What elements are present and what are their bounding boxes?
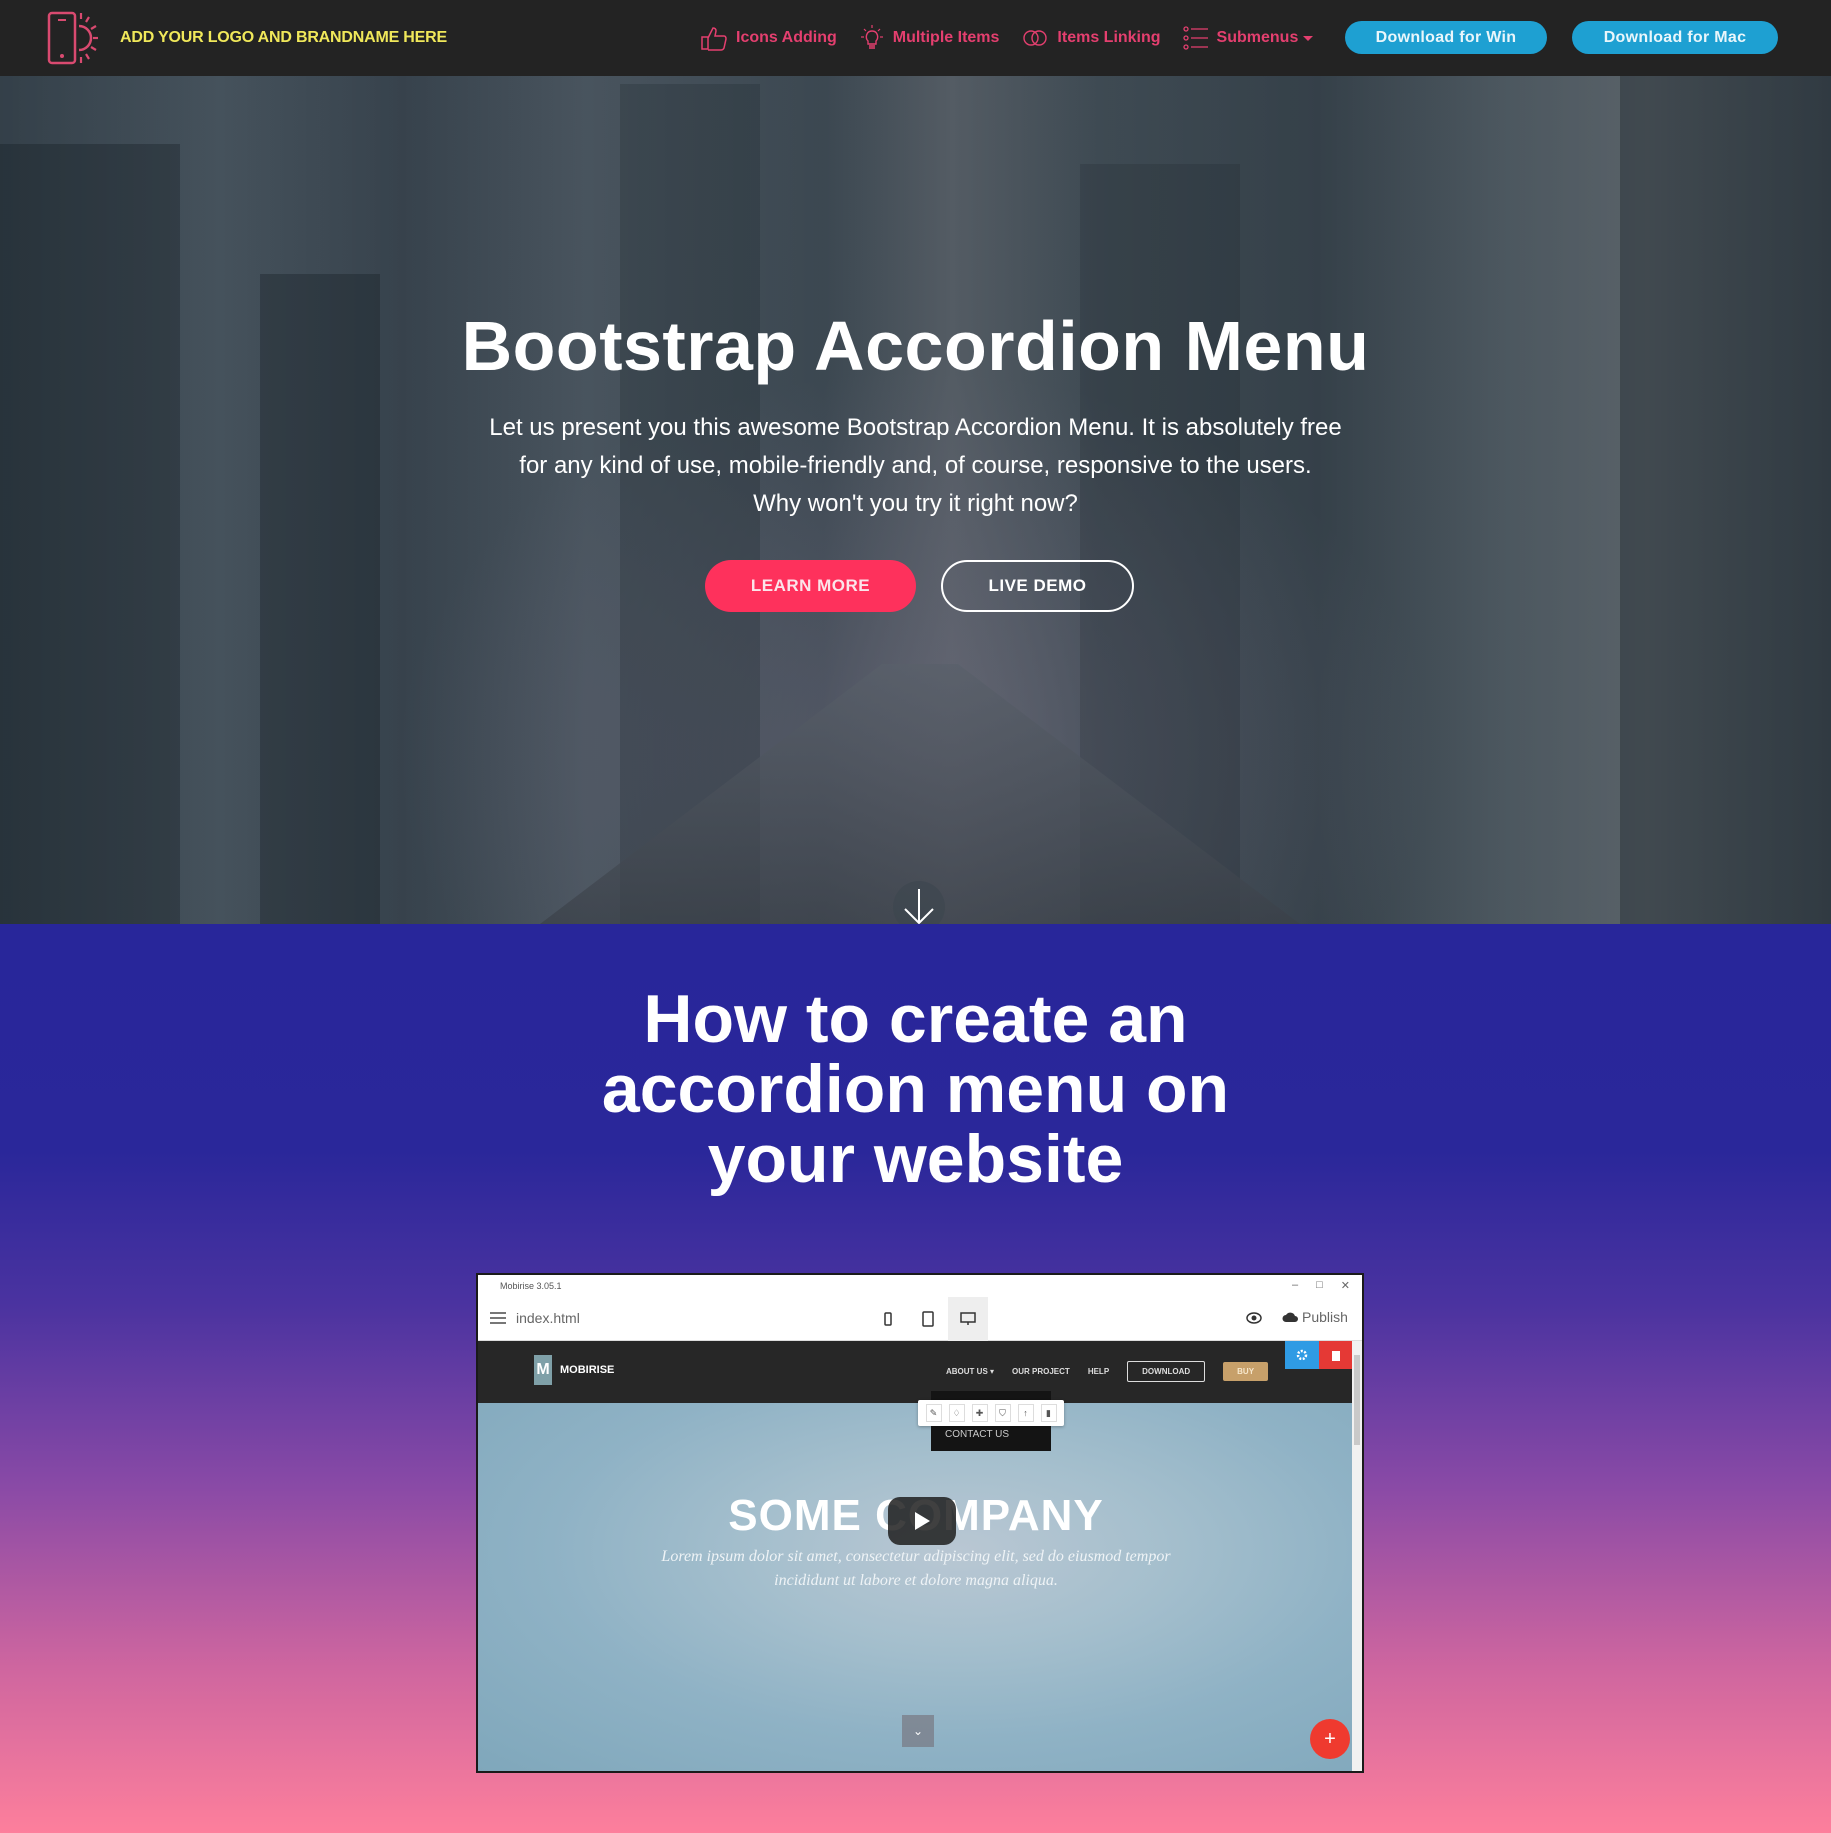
preview-lorem-line: incididunt ut labore et dolore magna ali… xyxy=(774,1572,1058,1589)
brand-name: ADD YOUR LOGO AND BRANDNAME HERE xyxy=(120,29,447,46)
app-title-bar: Mobirise 3.05.1 – □ ✕ xyxy=(478,1275,1362,1297)
nav-item-label: Icons Adding xyxy=(736,29,837,46)
add-block-icon: + xyxy=(1310,1719,1350,1759)
preview-link: ABOUT US ▾ xyxy=(946,1367,995,1376)
app-title: Mobirise 3.05.1 xyxy=(500,1281,562,1291)
preview-link: HELP xyxy=(1087,1367,1110,1376)
preview-brand-name: MOBIRISE xyxy=(560,1364,615,1376)
hero-section: Bootstrap Accordion Menu Let us present … xyxy=(0,76,1831,924)
hero-description: Let us present you this awesome Bootstra… xyxy=(440,409,1391,523)
device-switcher xyxy=(868,1297,988,1341)
minimize-icon: – xyxy=(1292,1279,1299,1291)
nav-item-label: Items Linking xyxy=(1057,29,1161,46)
brand[interactable]: ADD YOUR LOGO AND BRANDNAME HERE xyxy=(46,10,447,66)
list-icon xyxy=(1182,26,1208,50)
preview-buy-button: BUY xyxy=(1223,1362,1269,1381)
preview-dropdown-item: CONTACT US xyxy=(945,1429,1010,1440)
navbar: ADD YOUR LOGO AND BRANDNAME HERE Icons A… xyxy=(0,0,1831,76)
move-up-icon: ↑ xyxy=(1017,1404,1034,1422)
scroll-down-button[interactable] xyxy=(893,881,945,924)
lightbulb-icon xyxy=(860,25,883,49)
tablet-view-icon xyxy=(908,1297,948,1341)
edit-icon: ✎ xyxy=(925,1404,942,1422)
phone-sun-logo-icon xyxy=(47,11,98,65)
nav-item-multiple-items[interactable]: Multiple Items xyxy=(859,25,1000,51)
video-player[interactable]: Mobirise 3.05.1 – □ ✕ index.html Publish xyxy=(476,1273,1364,1773)
file-name: index.html xyxy=(516,1310,580,1326)
preview-lorem: Lorem ipsum dolor sit amet, consectetur … xyxy=(598,1545,1234,1593)
section-title: How to create an accordion menu on your … xyxy=(0,984,1831,1194)
preview-scrollbar xyxy=(1352,1341,1362,1771)
nav-menu: Icons Adding Multiple Items Items Linkin… xyxy=(700,18,1335,58)
hamburger-menu-icon xyxy=(490,1312,506,1324)
add-icon: ✚ xyxy=(971,1404,988,1422)
download-mac-button[interactable]: Download for Mac xyxy=(1572,21,1778,54)
nav-item-items-linking[interactable]: Items Linking xyxy=(1021,28,1161,48)
maximize-icon: □ xyxy=(1316,1279,1323,1291)
hero-title: Bootstrap Accordion Menu xyxy=(461,307,1370,385)
cloud-upload-icon xyxy=(1282,1312,1298,1322)
preview-edit-toolbar: ✎ ♢ ✚ ⛉ ↑ ▮ xyxy=(918,1400,1064,1426)
eye-icon xyxy=(1246,1312,1262,1324)
preview-link: OUR PROJECT xyxy=(1012,1367,1070,1376)
chevron-down-icon: ⌄ xyxy=(902,1715,934,1747)
how-to-section: How to create an accordion menu on your … xyxy=(0,924,1831,1833)
trash-icon xyxy=(1319,1341,1353,1369)
scrollbar-thumb xyxy=(1354,1355,1360,1445)
preview-lorem-line: Lorem ipsum dolor sit amet, consectetur … xyxy=(661,1548,1171,1565)
learn-more-button[interactable]: LEARN MORE xyxy=(705,560,916,612)
link-icon xyxy=(1023,30,1048,46)
mobile-view-icon xyxy=(868,1297,908,1341)
delete-icon: ▮ xyxy=(1040,1404,1057,1422)
publish-label: Publish xyxy=(1302,1309,1348,1325)
section-title-line: accordion menu on xyxy=(601,1051,1230,1127)
gear-icon xyxy=(1285,1341,1319,1369)
caret-down-icon xyxy=(1303,35,1314,41)
section-title-line: How to create an xyxy=(643,981,1188,1057)
hero-text-line: Let us present you this awesome Bootstra… xyxy=(489,414,1342,441)
section-title-line: your website xyxy=(707,1121,1124,1197)
submenu-icon: ⛉ xyxy=(994,1404,1011,1422)
preview-site-links: ABOUT US ▾ OUR PROJECT HELP DOWNLOAD BUY xyxy=(946,1361,1269,1382)
link-icon: ♢ xyxy=(948,1404,965,1422)
hero-text-line: for any kind of use, mobile-friendly and… xyxy=(519,452,1312,479)
preview-site-brand: M MOBIRISE xyxy=(534,1355,614,1385)
nav-item-submenus[interactable]: Submenus xyxy=(1182,25,1314,51)
background-building xyxy=(1620,76,1831,924)
nav-item-label: Submenus xyxy=(1216,29,1299,46)
nav-item-icons-adding[interactable]: Icons Adding xyxy=(700,25,837,51)
window-controls: – □ ✕ xyxy=(1292,1279,1350,1292)
mobirise-logo-icon: M xyxy=(534,1355,552,1385)
desktop-view-icon xyxy=(948,1297,988,1341)
preview-site-navbar: M MOBIRISE ABOUT US ▾ OUR PROJECT HELP D… xyxy=(478,1341,1354,1403)
background-building xyxy=(0,144,180,924)
play-icon xyxy=(915,1512,930,1530)
live-demo-button[interactable]: LIVE DEMO xyxy=(941,560,1134,612)
close-icon: ✕ xyxy=(1340,1280,1350,1292)
app-toolbar: index.html Publish xyxy=(478,1297,1362,1341)
publish-control: Publish xyxy=(1282,1309,1348,1325)
hero-text-line: Why won't you try it right now? xyxy=(753,490,1078,517)
thumbs-up-icon xyxy=(701,27,727,51)
preview-download-button: DOWNLOAD xyxy=(1127,1361,1206,1382)
play-button[interactable] xyxy=(888,1497,956,1545)
download-win-button[interactable]: Download for Win xyxy=(1345,21,1547,54)
nav-item-label: Multiple Items xyxy=(892,29,1000,46)
arrow-down-icon xyxy=(904,889,934,924)
